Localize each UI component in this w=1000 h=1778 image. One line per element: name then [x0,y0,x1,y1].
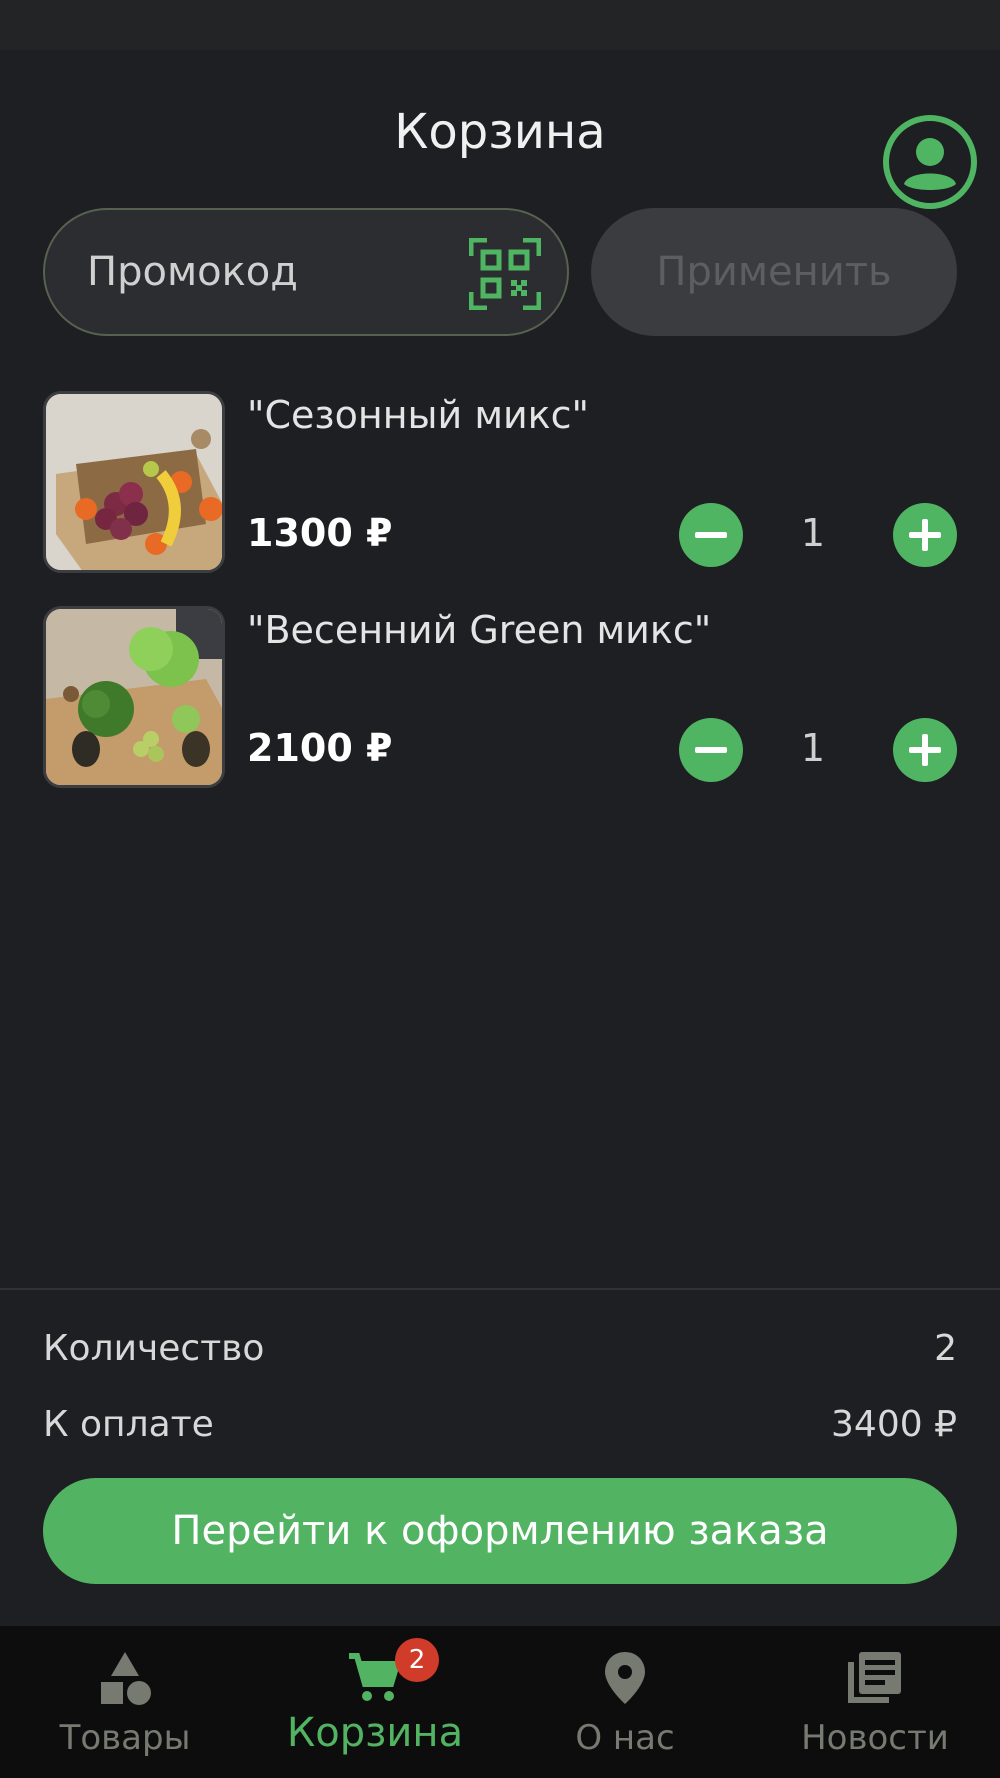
total-value: 3400 ₽ [831,1404,957,1445]
order-summary: Количество 2 К оплате 3400 ₽ Перейти к о… [0,1288,1000,1626]
product-name: "Сезонный микс" [247,393,589,437]
location-pin-icon [605,1652,645,1704]
nav-label: Новости [801,1718,949,1758]
product-price: 1300 ₽ [247,511,393,555]
total-label: К оплате [43,1404,214,1445]
cart-count-badge: 2 [395,1638,439,1682]
status-bar [0,0,1000,50]
news-icon [848,1652,901,1703]
decrease-quantity-button[interactable] [679,718,743,782]
promo-input[interactable] [87,249,447,295]
cart-item: "Сезонный микс" 1300 ₽ 1 [43,391,957,573]
nav-item-about[interactable]: О нас [500,1626,750,1778]
promo-row: Применить [43,208,957,336]
count-value: 2 [934,1328,957,1369]
checkout-button[interactable]: Перейти к оформлению заказа [43,1478,957,1584]
quantity-value: 1 [800,726,826,770]
qr-code-icon[interactable] [469,238,541,310]
decrease-quantity-button[interactable] [679,503,743,567]
nav-item-news[interactable]: Новости [750,1626,1000,1778]
bottom-nav: Товары 2 Корзина О нас Новости [0,1626,1000,1778]
increase-quantity-button[interactable] [893,503,957,567]
product-image[interactable] [43,606,225,788]
apply-promo-button[interactable]: Применить [591,208,957,336]
nav-label: О нас [575,1718,675,1758]
nav-item-cart[interactable]: 2 Корзина [250,1626,500,1778]
product-image[interactable] [43,391,225,573]
product-price: 2100 ₽ [247,726,393,770]
page-title: Корзина [394,104,606,160]
account-circle-icon[interactable] [882,114,978,210]
nav-label: Корзина [286,1710,464,1756]
nav-label: Товары [59,1718,191,1758]
product-name: "Весенний Green микс" [247,608,712,652]
shapes-icon [101,1652,151,1705]
increase-quantity-button[interactable] [893,718,957,782]
quantity-value: 1 [800,511,826,555]
header: Корзина [0,50,1000,209]
promo-field [43,208,569,336]
nav-item-products[interactable]: Товары [0,1626,250,1778]
count-label: Количество [43,1328,265,1369]
cart-item: "Весенний Green микс" 2100 ₽ 1 [43,606,957,788]
